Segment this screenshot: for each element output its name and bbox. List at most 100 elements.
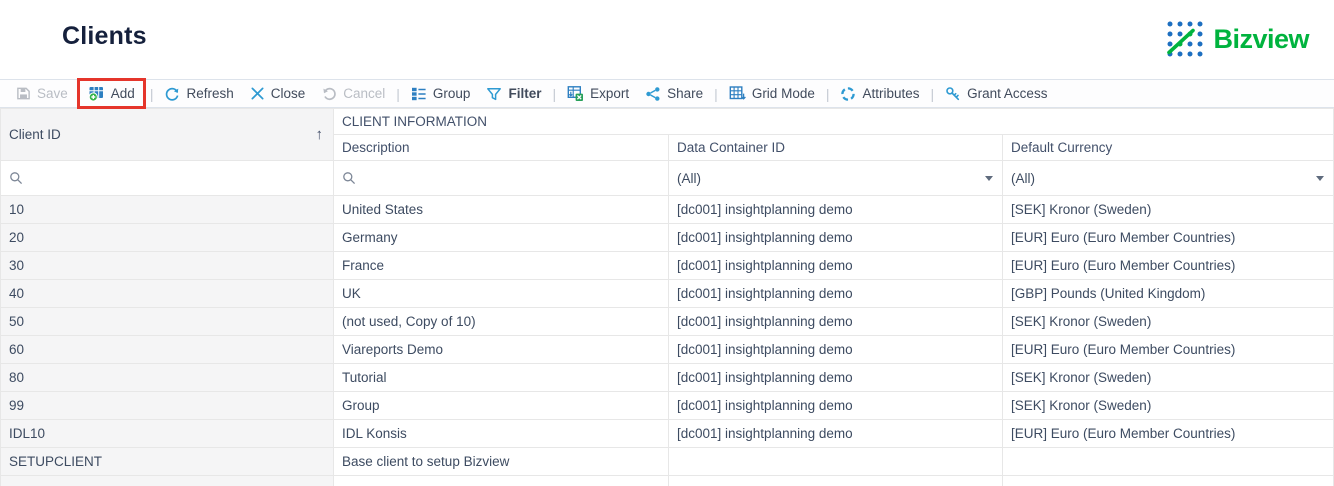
data-container-id-cell[interactable]: [dc001] insightplanning demo [668, 419, 1003, 448]
table-row[interactable]: 40 UK [dc001] insightplanning demo [GBP] Po… [0, 279, 1334, 308]
data-container-id-cell[interactable]: [dc001] insightplanning demo [668, 251, 1003, 280]
data-container-id-cell[interactable]: [dc001] insightplanning demo [668, 335, 1003, 364]
filter-button[interactable]: Filter [478, 80, 549, 107]
description-cell[interactable]: United States [333, 195, 669, 224]
toolbar-separator: | [714, 85, 718, 102]
toolbar-button-label: Save [37, 86, 68, 101]
data-container-id-cell[interactable]: [dc001] insightplanning demo [668, 279, 1003, 308]
toolbar-button-label: Share [667, 86, 704, 101]
default-currency-cell[interactable]: [GBP] Pounds (United Kingdom) [1002, 279, 1334, 308]
add-button[interactable]: Add [80, 80, 143, 107]
share-icon [645, 86, 661, 102]
client-id-filter-input[interactable] [31, 170, 325, 186]
default-currency-cell[interactable]: [SEK] Kronor (Sweden) [1002, 195, 1334, 224]
toolbar-separator: | [552, 85, 557, 102]
cancel-button[interactable]: Cancel [313, 80, 393, 107]
description-cell[interactable]: Viareports Demo [333, 335, 669, 364]
refresh-button[interactable]: Refresh [156, 80, 241, 107]
client-id-cell[interactable]: 50 [0, 307, 334, 336]
description-cell[interactable]: Group [333, 391, 669, 420]
toolbar-button-label: Refresh [186, 86, 234, 101]
filter-icon [486, 86, 502, 102]
default-currency-cell[interactable]: [EUR] Euro (Euro Member Countries) [1002, 223, 1334, 252]
default-currency-cell[interactable]: [EUR] Euro (Euro Member Countries) [1002, 419, 1334, 448]
attributes-button[interactable]: Attributes [832, 80, 927, 107]
client-id-header-label: Client ID [9, 127, 61, 142]
table-row[interactable]: 99 Group [dc001] insightplanning demo [SEK]… [0, 391, 1334, 420]
sort-ascending-icon[interactable]: ↑ [316, 126, 326, 143]
default-currency-cell[interactable] [1002, 447, 1334, 476]
data-container-id-cell[interactable]: [dc001] insightplanning demo [668, 223, 1003, 252]
default-currency-cell[interactable]: [EUR] Euro (Euro Member Countries) [1002, 335, 1334, 364]
client-id-cell[interactable] [0, 475, 334, 486]
grant-access-button[interactable]: Grant Access [937, 80, 1055, 107]
table-row[interactable]: IDL10 IDL Konsis [dc001] insightplanning d… [0, 419, 1334, 448]
description-cell[interactable]: Tutorial [333, 363, 669, 392]
toolbar-button-label: Add [110, 86, 135, 101]
description-column-header[interactable]: Description [333, 134, 669, 161]
toolbar-separator: | [396, 85, 400, 102]
description-cell[interactable]: IDL Konsis [333, 419, 669, 448]
client-id-cell[interactable]: 30 [0, 251, 334, 280]
client-id-cell[interactable]: 60 [0, 335, 334, 364]
currency-filter-select[interactable]: (All) [1002, 160, 1334, 196]
data-container-id-cell[interactable] [668, 447, 1003, 476]
data-container-id-cell[interactable]: [dc001] insightplanning demo [668, 363, 1003, 392]
default-currency-column-header[interactable]: Default Currency [1002, 134, 1334, 161]
currency-filter-value: (All) [1011, 170, 1035, 186]
description-cell[interactable]: Base client to setup Bizview [333, 447, 669, 476]
title-bar: Clients Bizview [0, 0, 1334, 79]
description-cell[interactable] [333, 475, 669, 486]
table-row[interactable]: SETUPCLIENT Base client to setup Bizview [0, 447, 1334, 476]
client-id-cell[interactable]: 10 [0, 195, 334, 224]
description-cell[interactable]: France [333, 251, 669, 280]
clients-table: Client ID ↑ CLIENT INFORMATION Descripti… [0, 108, 1334, 486]
table-row[interactable]: 20 Germany [dc001] insightplanning demo [EU… [0, 223, 1334, 252]
share-button[interactable]: Share [637, 80, 711, 107]
toolbar-button-label: Grid Mode [751, 86, 815, 101]
client-id-cell[interactable]: 99 [0, 391, 334, 420]
close-button[interactable]: Close [242, 80, 314, 107]
save-button[interactable]: Save [8, 80, 76, 107]
default-currency-cell[interactable] [1002, 475, 1334, 486]
default-currency-cell[interactable]: [SEK] Kronor (Sweden) [1002, 391, 1334, 420]
client-id-cell[interactable]: 80 [0, 363, 334, 392]
description-cell[interactable]: (not used, Copy of 10) [333, 307, 669, 336]
export-button[interactable]: Export [559, 80, 637, 107]
client-id-cell[interactable]: IDL10 [0, 419, 334, 448]
toolbar-button-label: Close [270, 86, 306, 101]
data-container-filter-select[interactable]: (All) [668, 160, 1003, 196]
data-container-id-column-header[interactable]: Data Container ID [668, 134, 1003, 161]
client-id-cell[interactable]: SETUPCLIENT [0, 447, 334, 476]
data-container-id-cell[interactable]: [dc001] insightplanning demo [668, 307, 1003, 336]
default-currency-cell[interactable]: [SEK] Kronor (Sweden) [1002, 363, 1334, 392]
grid-mode-icon [729, 85, 746, 102]
toolbar-button-label: Export [590, 86, 630, 101]
group-button[interactable]: Group [403, 80, 479, 107]
toolbar-separator: | [825, 85, 830, 102]
default-currency-cell[interactable]: [SEK] Kronor (Sweden) [1002, 307, 1334, 336]
description-filter-input[interactable] [364, 170, 660, 186]
add-icon [88, 85, 105, 102]
data-container-id-cell[interactable] [668, 475, 1003, 486]
table-row[interactable]: 30 France [dc001] insightplanning demo [EUR… [0, 251, 1334, 280]
description-cell[interactable]: UK [333, 279, 669, 308]
client-id-column-header[interactable]: Client ID ↑ [0, 108, 334, 161]
attributes-icon [840, 86, 856, 102]
table-row[interactable]: 50 (not used, Copy of 10) [dc001] insightp… [0, 307, 1334, 336]
data-container-id-cell[interactable]: [dc001] insightplanning demo [668, 195, 1003, 224]
toolbar-separator: | [149, 85, 154, 102]
grid-mode-button[interactable]: Grid Mode [721, 80, 823, 107]
table-row[interactable]: 10 United States [dc001] insightplanning d… [0, 195, 1334, 224]
table-row[interactable] [0, 475, 1334, 486]
client-id-cell[interactable]: 20 [0, 223, 334, 252]
description-cell[interactable]: Germany [333, 223, 669, 252]
bizview-logo-text: Bizview [1213, 23, 1309, 54]
client-id-cell[interactable]: 40 [0, 279, 334, 308]
grant-access-icon [945, 86, 961, 102]
default-currency-cell[interactable]: [EUR] Euro (Euro Member Countries) [1002, 251, 1334, 280]
data-container-id-cell[interactable]: [dc001] insightplanning demo [668, 391, 1003, 420]
toolbar: Save Add | Refresh Close Cancel | Group Filter | E… [0, 78, 1334, 109]
table-row[interactable]: 60 Viareports Demo [dc001] insightplanning… [0, 335, 1334, 364]
table-row[interactable]: 80 Tutorial [dc001] insightplanning demo [S… [0, 363, 1334, 392]
